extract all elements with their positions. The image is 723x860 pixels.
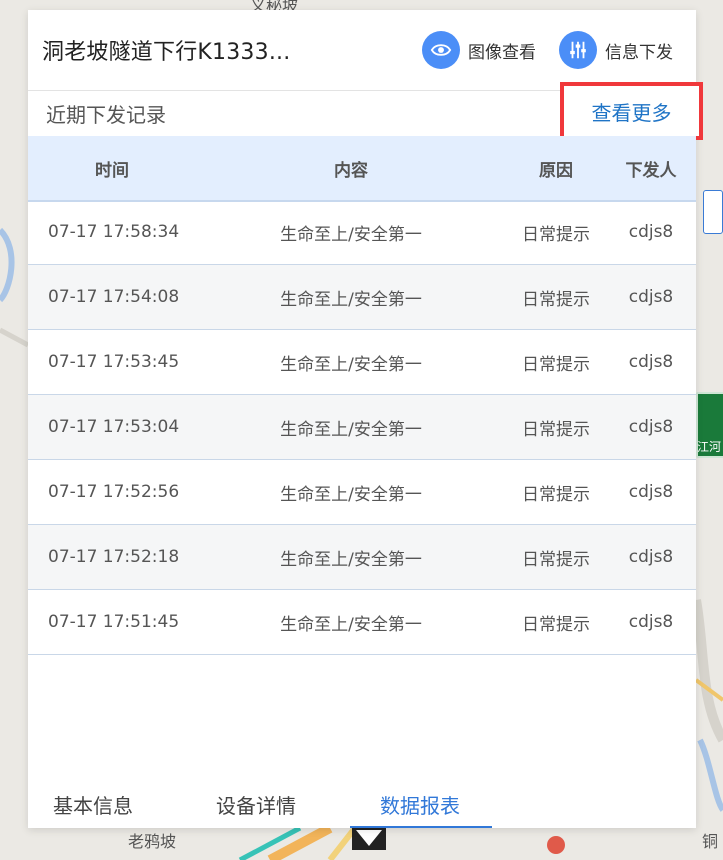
cell-time: 07-17 17:52:56 [48, 482, 180, 502]
cell-content: 生命至上/安全第一 [280, 224, 422, 245]
cell-content: 生命至上/安全第一 [280, 354, 422, 375]
table-row[interactable]: 07-17 17:52:56 生命至上/安全第一 日常提示 cdjs8 [28, 460, 696, 525]
image-view-label: 图像查看 [468, 42, 536, 63]
cell-content: 生命至上/安全第一 [280, 549, 422, 570]
map-road-label: 江河 [697, 440, 722, 454]
column-header-content: 内容 [334, 160, 368, 181]
cell-time: 07-17 17:51:45 [48, 612, 180, 632]
sliders-icon [559, 31, 597, 69]
cell-content: 生命至上/安全第一 [280, 614, 422, 635]
panel-title: 洞老坡隧道下行K1333... [42, 40, 291, 65]
cell-content: 生命至上/安全第一 [280, 419, 422, 440]
cell-user: cdjs8 [628, 612, 674, 632]
cell-reason: 日常提示 [522, 484, 590, 505]
tunnel-info-panel: 洞老坡隧道下行K1333... 图像查看 信息下发 近期下发记录 查看更多 时间… [28, 10, 703, 828]
column-header-reason: 原因 [539, 160, 573, 181]
table-row[interactable]: 07-17 17:53:45 生命至上/安全第一 日常提示 cdjs8 [28, 330, 696, 395]
info-publish-label: 信息下发 [605, 42, 673, 63]
records-subheader: 近期下发记录 查看更多 [28, 82, 703, 140]
cell-reason: 日常提示 [522, 354, 590, 375]
tab-data-report[interactable]: 数据报表 [380, 790, 460, 819]
records-table-body: 07-17 17:58:34 生命至上/安全第一 日常提示 cdjs8 07-1… [28, 200, 696, 655]
map-place-label-right: 铜 [702, 832, 719, 851]
table-header: 时间 内容 原因 下发人 [28, 136, 696, 202]
image-view-button[interactable]: 图像查看 [422, 30, 536, 70]
map-marker-icon[interactable] [703, 190, 723, 234]
table-row[interactable]: 07-17 17:58:34 生命至上/安全第一 日常提示 cdjs8 [28, 200, 696, 265]
cell-reason: 日常提示 [522, 419, 590, 440]
map-poi-icon [547, 836, 565, 854]
records-title: 近期下发记录 [46, 103, 166, 127]
cell-user: cdjs8 [628, 482, 674, 502]
map-place-label: 老鸦坡 [128, 832, 177, 851]
cell-user: cdjs8 [628, 352, 674, 372]
cell-time: 07-17 17:58:34 [48, 222, 180, 242]
cell-user: cdjs8 [628, 287, 674, 307]
view-more-label: 查看更多 [591, 100, 672, 125]
cell-user: cdjs8 [628, 547, 674, 567]
active-tab-indicator [350, 826, 492, 828]
cell-content: 生命至上/安全第一 [280, 289, 422, 310]
cell-reason: 日常提示 [522, 614, 590, 635]
table-row[interactable]: 07-17 17:53:04 生命至上/安全第一 日常提示 cdjs8 [28, 395, 696, 460]
cell-user: cdjs8 [628, 222, 674, 242]
tab-device-detail[interactable]: 设备详情 [216, 790, 296, 819]
cell-time: 07-17 17:53:04 [48, 417, 180, 437]
view-more-link[interactable]: 查看更多 [560, 82, 703, 140]
cell-reason: 日常提示 [522, 289, 590, 310]
cell-time: 07-17 17:52:18 [48, 547, 180, 567]
cell-reason: 日常提示 [522, 224, 590, 245]
info-publish-button[interactable]: 信息下发 [559, 30, 673, 70]
panel-header: 洞老坡隧道下行K1333... 图像查看 信息下发 [28, 10, 696, 91]
cell-content: 生命至上/安全第一 [280, 484, 422, 505]
cell-user: cdjs8 [628, 417, 674, 437]
cell-time: 07-17 17:53:45 [48, 352, 180, 372]
column-header-user: 下发人 [625, 160, 677, 181]
tab-basic-info[interactable]: 基本信息 [53, 790, 133, 819]
table-row[interactable]: 07-17 17:52:18 生命至上/安全第一 日常提示 cdjs8 [28, 525, 696, 590]
cell-reason: 日常提示 [522, 549, 590, 570]
eye-icon [422, 31, 460, 69]
bottom-tabs: 基本信息 设备详情 数据报表 [28, 762, 696, 828]
table-row[interactable]: 07-17 17:51:45 生命至上/安全第一 日常提示 cdjs8 [28, 590, 696, 655]
cell-time: 07-17 17:54:08 [48, 287, 180, 307]
column-header-time: 时间 [95, 160, 129, 181]
table-row[interactable]: 07-17 17:54:08 生命至上/安全第一 日常提示 cdjs8 [28, 265, 696, 330]
